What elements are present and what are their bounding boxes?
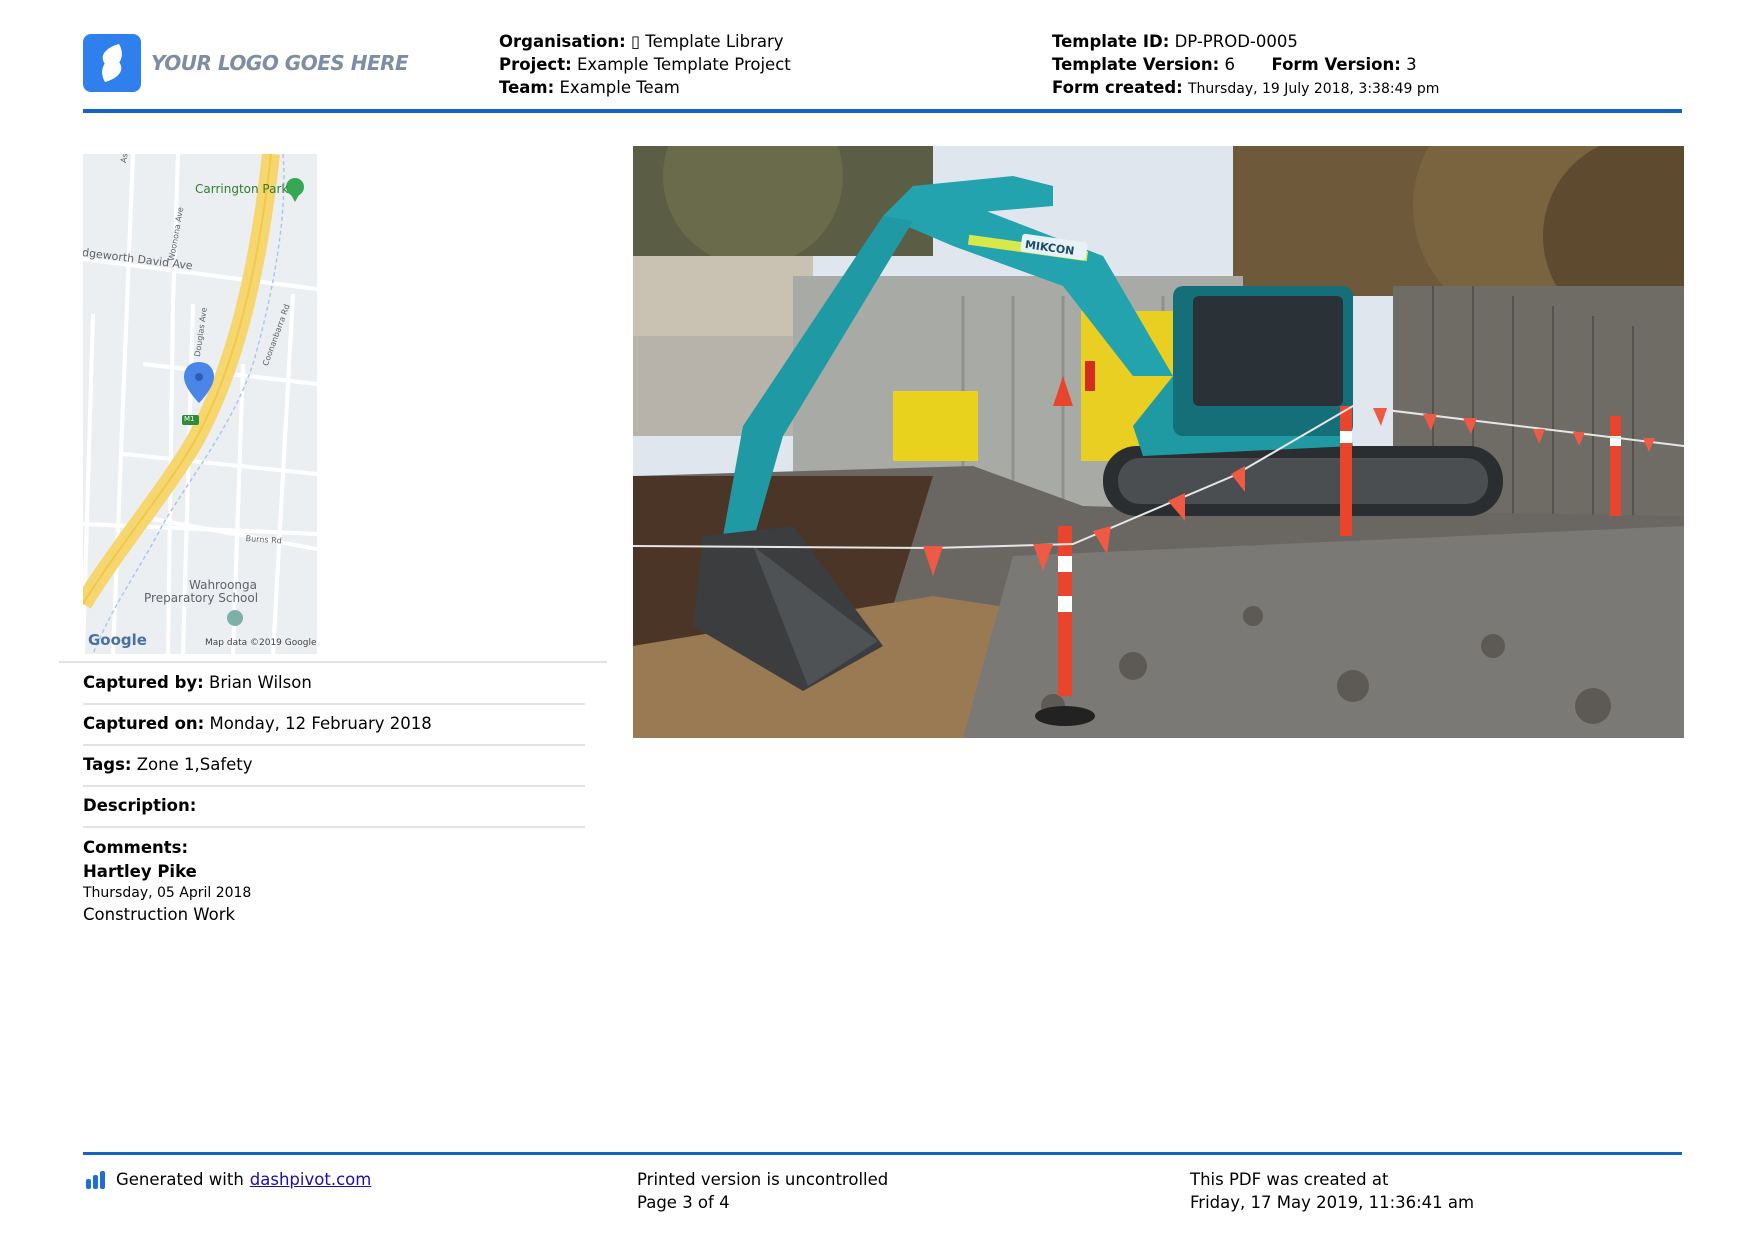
organisation-row: Organisation: ▯ Template Library [499,30,791,53]
tags-row: Tags: Zone 1,Safety [83,755,253,774]
form-version-label: Form Version: [1271,55,1401,74]
comment-date: Thursday, 05 April 2018 [83,885,252,901]
footer-generated: Generated with dashpivot.com [86,1168,371,1191]
form-created-row: Form created: Thursday, 19 July 2018, 3:… [1052,76,1439,101]
form-created-label: Form created: [1052,78,1183,97]
google-logo: Google [88,631,147,649]
dashpivot-icon [86,1170,108,1189]
comments-label: Comments: [83,838,189,857]
logo-text: YOUR LOGO GOES HERE [151,51,409,75]
tags-label: Tags: [83,755,132,774]
captured-on-row: Captured on: Monday, 12 February 2018 [83,714,432,733]
template-id-label: Template ID: [1052,32,1170,51]
captured-on-label: Captured on: [83,714,205,733]
team-value: Example Team [559,78,680,97]
site-photo[interactable]: MIKCON [633,146,1684,738]
template-version-value: 6 [1224,55,1235,74]
captured-on-value: Monday, 12 February 2018 [209,714,432,733]
project-label: Project: [499,55,572,74]
dashpivot-link[interactable]: dashpivot.com [250,1168,372,1191]
map-label-preparatory-school: Preparatory School [144,591,259,605]
page-number: Page 3 of 4 [637,1193,730,1212]
map-attribution: Map data ©2019 Google [205,638,317,648]
pdf-created-value: Friday, 17 May 2019, 11:36:41 am [1190,1193,1475,1212]
team-row: Team: Example Team [499,76,791,99]
template-version-label: Template Version: [1052,55,1220,74]
organisation-value: Template Library [645,32,784,51]
template-id-value: DP-PROD-0005 [1174,32,1298,51]
header-template-info: Template ID: DP-PROD-0005 Template Versi… [1052,30,1439,101]
version-row: Template Version: 6 Form Version: 3 [1052,53,1439,76]
map-label-wahroonga: Wahroonga [189,578,257,592]
location-map[interactable]: Carrington Park Ascot Ave Woonona Ave dg… [83,154,317,654]
captured-by-value: Brian Wilson [209,673,312,692]
organisation-label: Organisation: [499,32,626,51]
description-row: Description: [83,796,196,815]
form-created-value: Thursday, 19 July 2018, 3:38:49 pm [1188,81,1440,97]
divider [83,826,585,828]
comment-text: Construction Work [83,905,236,924]
map-label-carrington-park: Carrington Park [195,182,289,196]
organisation-icon: ▯ [630,32,641,51]
form-version-value: 3 [1406,55,1417,74]
footer-print-info: Printed version is uncontrolled Page 3 o… [637,1168,888,1214]
tags-value: Zone 1,Safety [136,755,253,774]
project-value: Example Template Project [576,55,791,74]
header-project-info: Organisation: ▯ Template Library Project… [499,30,791,99]
project-row: Project: Example Template Project [499,53,791,76]
footer-pdf-created: This PDF was created at Friday, 17 May 2… [1190,1168,1474,1214]
footer-divider [83,1152,1682,1155]
divider [83,785,585,787]
generated-prefix: Generated with [116,1170,244,1189]
header-divider [83,109,1682,113]
template-id-row: Template ID: DP-PROD-0005 [1052,30,1439,53]
pdf-created-label: This PDF was created at [1190,1170,1389,1189]
divider [83,744,585,746]
team-label: Team: [499,78,555,97]
map-label-m1: M1 [184,415,195,423]
uncontrolled-notice: Printed version is uncontrolled [637,1170,889,1189]
company-logo: YOUR LOGO GOES HERE [83,34,409,92]
captured-by-label: Captured by: [83,673,204,692]
captured-by-row: Captured by: Brian Wilson [83,673,312,692]
divider [83,703,585,705]
comments-row: Comments: [83,838,188,857]
logo-icon [83,34,141,92]
comment-author: Hartley Pike [83,862,197,881]
divider [59,661,607,663]
description-label: Description: [83,796,197,815]
